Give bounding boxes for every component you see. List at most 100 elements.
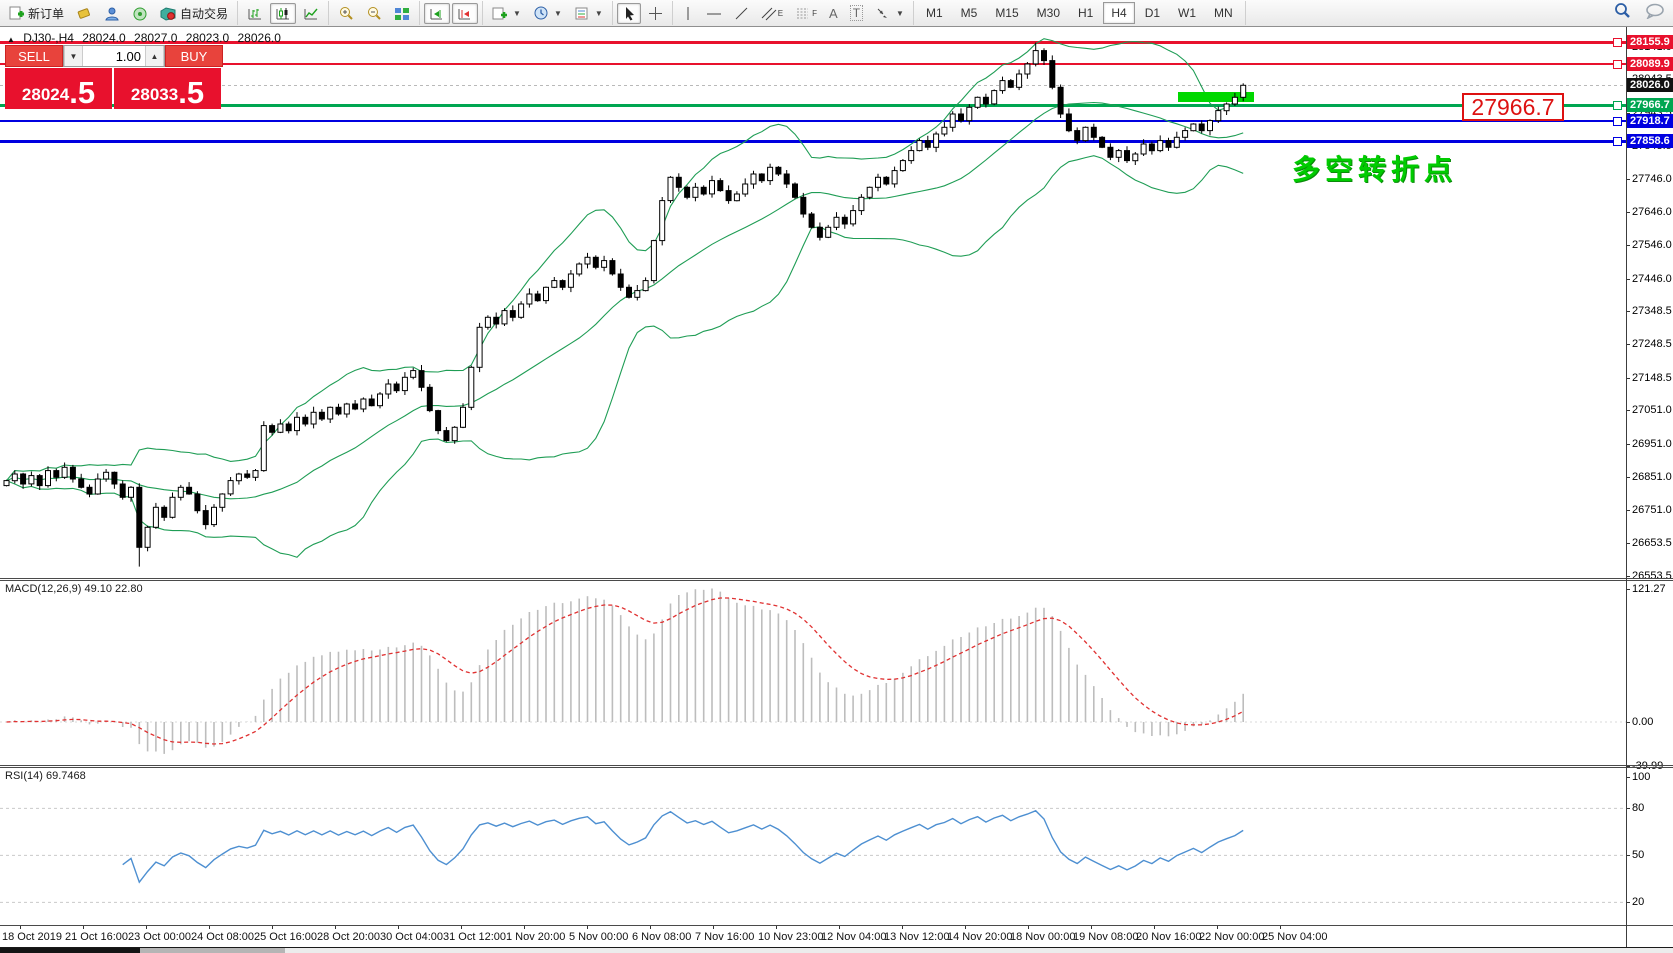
panel-separator[interactable] bbox=[0, 765, 1673, 766]
timeframe-button-m30[interactable]: M30 bbox=[1029, 2, 1068, 24]
candlestick-chart-button[interactable] bbox=[270, 3, 296, 24]
candle-body bbox=[1058, 87, 1063, 114]
candle-body bbox=[884, 177, 889, 184]
line-drag-handle[interactable] bbox=[1613, 137, 1622, 146]
price-callout-box[interactable]: 27966.7 bbox=[1462, 93, 1564, 121]
autoscroll-button[interactable] bbox=[424, 3, 450, 24]
sell-button[interactable]: SELL bbox=[5, 45, 63, 67]
symbol-info-bar: ▲ DJ30-,H4 28024.0 28027.0 28023.0 28026… bbox=[7, 31, 286, 45]
collapse-marker-icon[interactable]: ▲ bbox=[7, 35, 15, 44]
trendline-button[interactable] bbox=[729, 3, 754, 24]
candle-body bbox=[693, 187, 698, 197]
candle-body bbox=[261, 426, 266, 471]
timeframe-button-m15[interactable]: M15 bbox=[987, 2, 1026, 24]
crosshair-button[interactable] bbox=[643, 3, 668, 24]
zoom-in-icon bbox=[338, 5, 354, 21]
rsi-axis-label: 80 bbox=[1632, 802, 1644, 814]
candle-body bbox=[236, 474, 241, 481]
community-button[interactable] bbox=[99, 3, 125, 24]
eraser-button[interactable] bbox=[71, 3, 97, 24]
text-button[interactable]: A bbox=[824, 3, 843, 24]
tile-windows-button[interactable] bbox=[389, 3, 415, 24]
indicators-button[interactable]: ▼ bbox=[487, 3, 526, 24]
bar-chart-button[interactable] bbox=[242, 3, 268, 24]
candle-body bbox=[1017, 74, 1022, 87]
panel-separator[interactable] bbox=[0, 578, 1673, 579]
line-chart-button[interactable] bbox=[298, 3, 324, 24]
line-drag-handle[interactable] bbox=[1613, 60, 1622, 69]
periods-button[interactable]: ▼ bbox=[528, 2, 567, 24]
candle-body bbox=[585, 257, 590, 264]
vertical-line-button[interactable] bbox=[677, 3, 699, 24]
timeframe-button-d1[interactable]: D1 bbox=[1137, 2, 1168, 24]
text-label-button[interactable]: T bbox=[845, 2, 868, 24]
volume-input[interactable] bbox=[83, 46, 145, 66]
fibonacci-button[interactable]: F bbox=[790, 3, 822, 24]
candle-body bbox=[876, 177, 881, 187]
chart-shift-icon bbox=[457, 6, 473, 21]
panel-separator[interactable] bbox=[0, 580, 1673, 581]
candle-body bbox=[469, 367, 474, 407]
ohlc-low: 28023.0 bbox=[186, 31, 229, 45]
price-axis-tick: 26851.0 bbox=[1632, 471, 1672, 483]
candle-body bbox=[1042, 51, 1047, 61]
timeframe-button-w1[interactable]: W1 bbox=[1170, 2, 1204, 24]
candle-body bbox=[170, 497, 175, 517]
volume-increase-button[interactable]: ▲ bbox=[145, 46, 164, 66]
time-axis-label: 13 Nov 12:00 bbox=[884, 931, 949, 943]
candle-body bbox=[552, 281, 557, 288]
zoom-in-button[interactable] bbox=[333, 2, 359, 24]
arrows-button[interactable]: ▼ bbox=[870, 3, 909, 24]
candle-body bbox=[627, 287, 632, 297]
time-axis-label: 12 Nov 04:00 bbox=[821, 931, 886, 943]
candle-body bbox=[1033, 51, 1038, 64]
new-order-button[interactable]: 新订单 bbox=[4, 2, 69, 25]
eraser-icon bbox=[76, 6, 92, 21]
line-drag-handle[interactable] bbox=[1613, 101, 1622, 110]
rsi-panel-canvas[interactable] bbox=[0, 767, 1626, 925]
price-axis-tick: 26751.0 bbox=[1632, 504, 1672, 516]
channel-button[interactable]: E bbox=[756, 3, 788, 24]
candle-body bbox=[1241, 85, 1246, 97]
buy-button[interactable]: BUY bbox=[165, 45, 223, 67]
candle-body bbox=[1174, 137, 1179, 147]
sell-price-box[interactable]: 28024 .5 bbox=[5, 68, 112, 109]
timeframe-button-m1[interactable]: M1 bbox=[918, 2, 951, 24]
line-drag-handle[interactable] bbox=[1613, 38, 1622, 47]
candle-body bbox=[768, 167, 773, 180]
buy-price-box[interactable]: 28033 .5 bbox=[114, 68, 221, 109]
price-line-label: 27918.7 bbox=[1627, 114, 1673, 128]
timeframe-button-h1[interactable]: H1 bbox=[1070, 2, 1101, 24]
ohlc-open: 28024.0 bbox=[82, 31, 125, 45]
arrows-tool-icon bbox=[875, 6, 891, 21]
volume-decrease-button[interactable]: ▼ bbox=[64, 46, 83, 66]
chat-icon[interactable] bbox=[1645, 3, 1665, 19]
price-axis-tick: 27646.0 bbox=[1632, 206, 1672, 218]
cursor-button[interactable] bbox=[617, 3, 641, 24]
dropdown-arrow-icon: ▼ bbox=[896, 9, 904, 18]
timeframe-button-mn[interactable]: MN bbox=[1206, 2, 1241, 24]
panel-separator[interactable] bbox=[0, 767, 1673, 768]
line-drag-handle[interactable] bbox=[1613, 117, 1622, 126]
crosshair-icon bbox=[648, 6, 663, 21]
chinese-note-label[interactable]: 多空转折点 bbox=[1292, 148, 1457, 188]
candle-body bbox=[477, 327, 482, 367]
candle-body bbox=[278, 424, 283, 432]
text-tool-icon: A bbox=[829, 6, 838, 21]
timeframe-button-m5[interactable]: M5 bbox=[953, 2, 986, 24]
search-icon[interactable] bbox=[1614, 2, 1631, 19]
signal-button[interactable] bbox=[127, 3, 153, 24]
price-axis-tick: 27746.0 bbox=[1632, 173, 1672, 185]
autoscroll-icon bbox=[429, 6, 445, 21]
main-chart-canvas[interactable] bbox=[0, 28, 1626, 578]
price-axis-tick: 27446.0 bbox=[1632, 273, 1672, 285]
timeframe-button-h4[interactable]: H4 bbox=[1103, 2, 1134, 24]
auto-trading-button[interactable]: 自动交易 bbox=[155, 2, 233, 25]
time-axis-label: 23 Oct 00:00 bbox=[128, 931, 191, 943]
macd-panel-canvas[interactable] bbox=[0, 581, 1626, 765]
templates-button[interactable]: ▼ bbox=[569, 3, 608, 24]
zoom-out-button[interactable] bbox=[361, 2, 387, 24]
horizontal-line-button[interactable] bbox=[701, 3, 727, 24]
sell-price-fraction: .5 bbox=[69, 80, 95, 106]
chart-shift-button[interactable] bbox=[452, 3, 478, 24]
